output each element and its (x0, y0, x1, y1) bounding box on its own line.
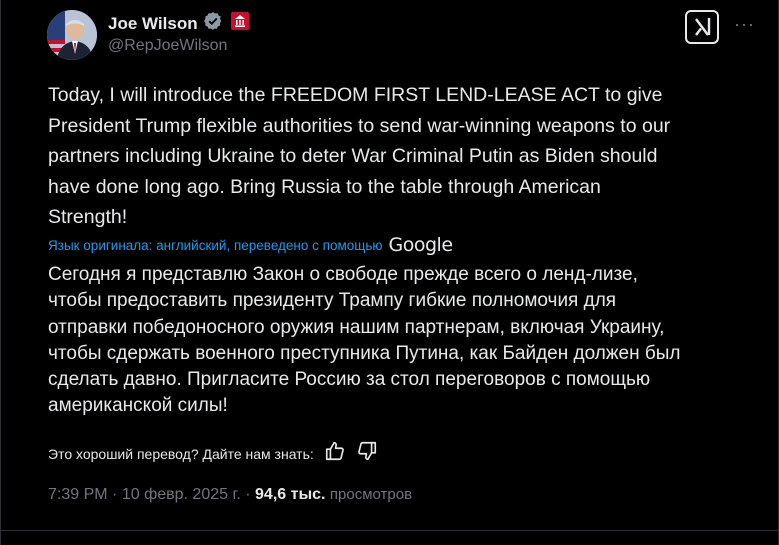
verified-badge-icon[interactable] (203, 11, 223, 36)
tweet-text: Today, I will introduce the FREEDOM FIRS… (48, 84, 671, 228)
tweet-meta: 7:39 PM · 10 февр. 2025 г. · 94,6 тыс. п… (48, 486, 412, 504)
translation-feedback: Это хороший перевод? Дайте нам знать: (48, 440, 378, 467)
more-icon[interactable]: ··· (734, 14, 755, 35)
divider (1, 530, 779, 531)
thumbs-up-icon[interactable] (324, 440, 346, 467)
us-house-badge-icon[interactable] (228, 12, 249, 35)
meta-separator: · (245, 486, 251, 503)
author-name[interactable]: Joe Wilson (108, 14, 198, 34)
google-logo: Google (388, 234, 454, 256)
tweet-date[interactable]: 10 февр. 2025 г. (122, 486, 241, 503)
feedback-question: Это хороший перевод? Дайте нам знать: (48, 445, 314, 462)
thumbs-down-icon[interactable] (356, 440, 378, 467)
translation-attribution: Язык оригинала: английский, переведено с… (48, 234, 453, 256)
author-handle[interactable]: @RepJoeWilson (108, 37, 227, 55)
grok-icon[interactable] (685, 10, 719, 44)
meta-separator: · (112, 486, 118, 503)
views-label: просмотров (329, 486, 413, 503)
translation-note[interactable]: Язык оригинала: английский, переведено с… (48, 238, 383, 253)
translated-text: Сегодня я представлю Закон о свободе пре… (48, 264, 681, 417)
tweet-time[interactable]: 7:39 PM (48, 486, 108, 503)
author-name-row: Joe Wilson (108, 11, 249, 36)
tweet-container: Joe Wilson @RepJoeWilson ··· Today, I wi… (0, 0, 779, 545)
view-count: 94,6 тыс. (255, 486, 326, 503)
avatar[interactable] (47, 10, 97, 60)
